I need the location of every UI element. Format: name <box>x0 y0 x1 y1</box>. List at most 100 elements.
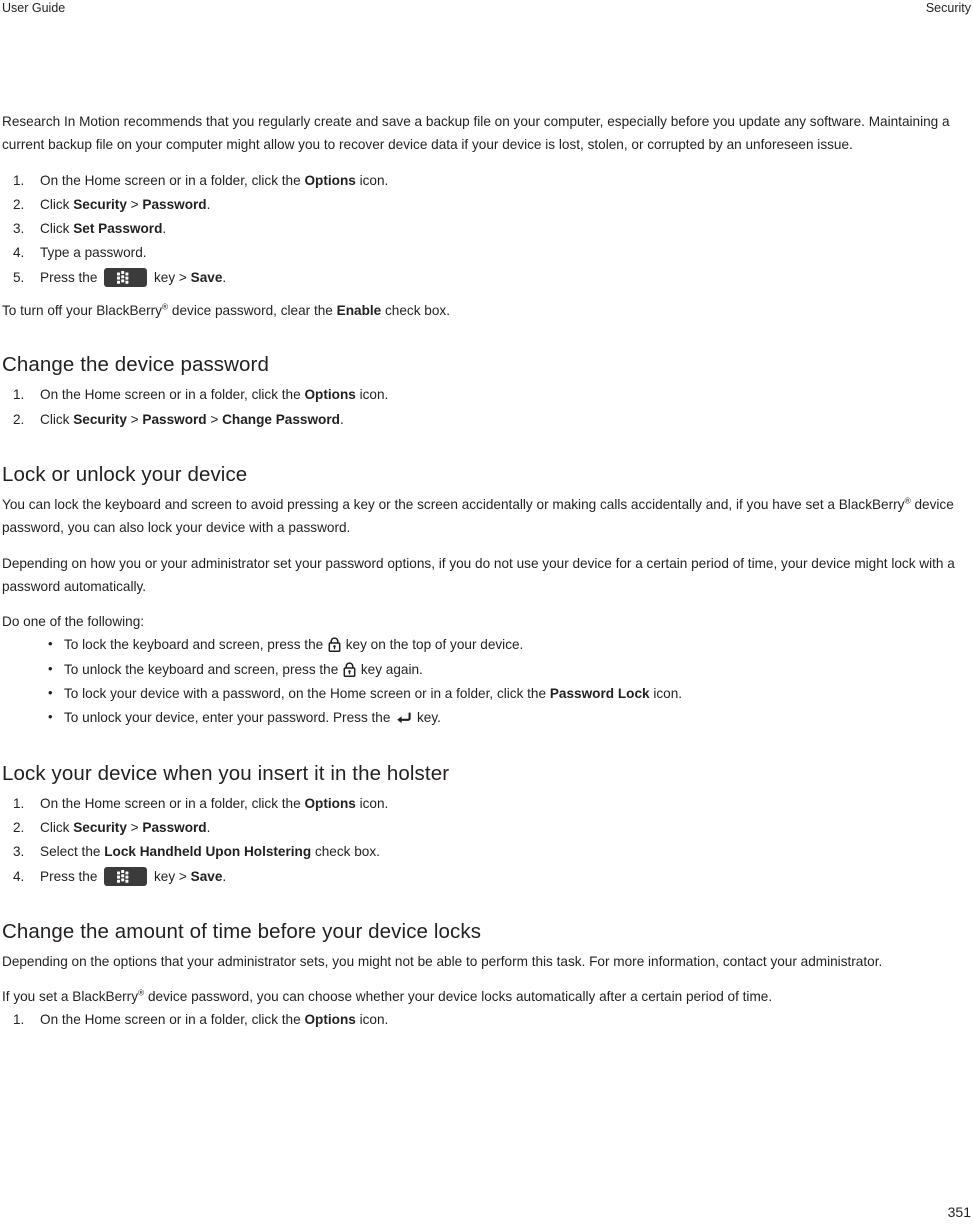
lock-time-paragraph-1: Depending on the options that your admin… <box>2 953 883 969</box>
step-number: 2. <box>13 196 25 212</box>
step-number: 1. <box>13 795 25 811</box>
page-content: Research In Motion recommends that you r… <box>2 110 971 1033</box>
lock-key-icon <box>328 637 341 653</box>
step-text-bold: Options <box>304 387 356 403</box>
step-text-post: . <box>222 868 227 884</box>
list-item: 1. On the Home screen or in a folder, cli… <box>2 169 971 193</box>
step-text-bold2: Password <box>142 196 207 212</box>
list-item: 1. On the Home screen or in a folder, cli… <box>2 1008 971 1032</box>
list-item: 3. Click Set Password. <box>2 217 971 241</box>
bullet-text-post: key again. <box>357 661 423 677</box>
step-text-pre: Press the <box>40 868 102 884</box>
lock-unlock-bullets: • To lock the keyboard and screen, press … <box>2 633 971 730</box>
step-text-bold: Options <box>304 172 356 188</box>
list-item: 2. Click Security > Password. <box>2 193 971 217</box>
bullet-marker: • <box>48 685 53 701</box>
heading-change-device-password: Change the device password <box>2 353 269 377</box>
step-text-mid: > <box>126 819 143 835</box>
set-password-steps: 1. On the Home screen or in a folder, cli… <box>2 169 971 290</box>
step-text-mid2: > <box>206 411 223 427</box>
list-item: • To unlock the keyboard and screen, pres… <box>2 658 971 682</box>
bullet-text-post: key on the top of your device. <box>341 637 524 653</box>
lock-unlock-paragraph-2: Depending on how you or your administrat… <box>2 555 955 594</box>
running-header: User Guide Security <box>0 0 973 22</box>
lock-time-paragraph-2: If you set a BlackBerry® device password… <box>2 985 971 1008</box>
step-text-bold2: Password <box>142 411 207 427</box>
blackberry-menu-key-icon <box>104 267 148 287</box>
bullet-text-post: icon. <box>649 686 683 702</box>
step-number: 1. <box>13 387 25 403</box>
running-header-right: Security <box>925 1 971 15</box>
heading-lock-or-unlock-device: Lock or unlock your device <box>2 462 248 486</box>
document-page: User Guide Security Research In Motion r… <box>0 0 973 1227</box>
holster-steps: 1. On the Home screen or in a folder, cli… <box>2 792 971 889</box>
step-text-mid: key > <box>150 269 191 285</box>
list-item: • To unlock your device, enter your passw… <box>2 706 971 730</box>
heading-lock-device-in-holster: Lock your device when you insert it in t… <box>2 761 450 785</box>
step-text-pre: On the Home screen or in a folder, click… <box>40 172 305 188</box>
step-text-bold3: Change Password <box>222 411 340 427</box>
list-item: 1. On the Home screen or in a folder, cli… <box>2 383 971 407</box>
lock-time-steps: 1. On the Home screen or in a folder, cli… <box>2 1008 971 1032</box>
step-number: 2. <box>13 819 25 835</box>
step-number: 3. <box>13 221 25 237</box>
paragraph-text-pre: If you set a BlackBerry <box>2 989 138 1005</box>
step-text-bold: Security <box>73 819 127 835</box>
step-number: 1. <box>13 1012 25 1028</box>
list-item: • To lock the keyboard and screen, press … <box>2 633 971 657</box>
step-text-mid: > <box>126 196 143 212</box>
step-text-post: check box. <box>311 844 380 860</box>
step-text-bold: Lock Handheld Upon Holstering <box>104 844 312 860</box>
bullet-text-pre: To unlock your device, enter your passwo… <box>64 710 395 726</box>
step-text-bold: Options <box>304 795 356 811</box>
bullet-marker: • <box>48 660 53 676</box>
step-text-bold: Security <box>73 411 127 427</box>
bullet-text-bold: Password Lock <box>549 686 650 702</box>
step-text-bold2: Password <box>142 819 207 835</box>
step-number: 2. <box>13 411 25 427</box>
step-text-pre: Press the <box>40 269 102 285</box>
list-item: 3. Select the Lock Handheld Upon Holsteri… <box>2 840 971 864</box>
blackberry-menu-key-icon <box>104 866 148 886</box>
bullet-text-pre: To unlock the keyboard and screen, press… <box>64 661 343 677</box>
note-text-post: check box. <box>381 303 450 319</box>
step-text-pre: Click <box>40 819 74 835</box>
paragraph-text-pre: You can lock the keyboard and screen to … <box>2 496 905 512</box>
list-item: 2. Click Security > Password > Change Pas… <box>2 408 971 432</box>
step-number: 4. <box>13 868 25 884</box>
step-text-post: . <box>222 269 227 285</box>
step-text-pre: Click <box>40 196 74 212</box>
bullet-marker: • <box>48 636 53 652</box>
turn-off-password-note: To turn off your BlackBerry® device pass… <box>2 299 971 322</box>
enter-key-icon <box>396 711 411 725</box>
step-text-bold: Save <box>190 269 223 285</box>
running-header-left: User Guide <box>2 1 66 15</box>
change-password-steps: 1. On the Home screen or in a folder, cli… <box>2 383 971 432</box>
note-text-bold: Enable <box>336 303 382 319</box>
bullet-text-post: key. <box>413 710 441 726</box>
step-text-bold: Options <box>304 1012 356 1028</box>
bullet-text-pre: To lock your device with a password, on … <box>64 686 550 702</box>
step-text-mid: > <box>126 411 143 427</box>
step-text-post: . <box>206 819 211 835</box>
step-text-mid: key > <box>150 868 191 884</box>
list-item: 4. Press the key > Save. <box>2 865 971 889</box>
paragraph-text-post: device password, you can choose whether … <box>144 989 773 1005</box>
heading-change-lock-time: Change the amount of time before your de… <box>2 919 482 943</box>
note-text-pre: To turn off your BlackBerry <box>2 303 162 319</box>
list-item: 4. Type a password. <box>2 241 971 265</box>
list-item: 1. On the Home screen or in a folder, cli… <box>2 792 971 816</box>
list-item: 5. Press the key > Save. <box>2 266 971 290</box>
step-text-post: icon. <box>355 387 389 403</box>
step-text-post: . <box>206 196 211 212</box>
step-text-pre: Click <box>40 411 74 427</box>
step-text-bold: Save <box>190 868 223 884</box>
step-text-post: . <box>339 411 344 427</box>
step-number: 1. <box>13 172 25 188</box>
step-text-post: icon. <box>355 1012 389 1028</box>
lock-key-icon <box>343 662 356 677</box>
bullet-text-pre: To lock the keyboard and screen, press t… <box>64 637 327 653</box>
step-text-post: . <box>162 221 167 237</box>
step-number: 5. <box>13 269 25 285</box>
note-text-mid: device password, clear the <box>168 303 337 319</box>
